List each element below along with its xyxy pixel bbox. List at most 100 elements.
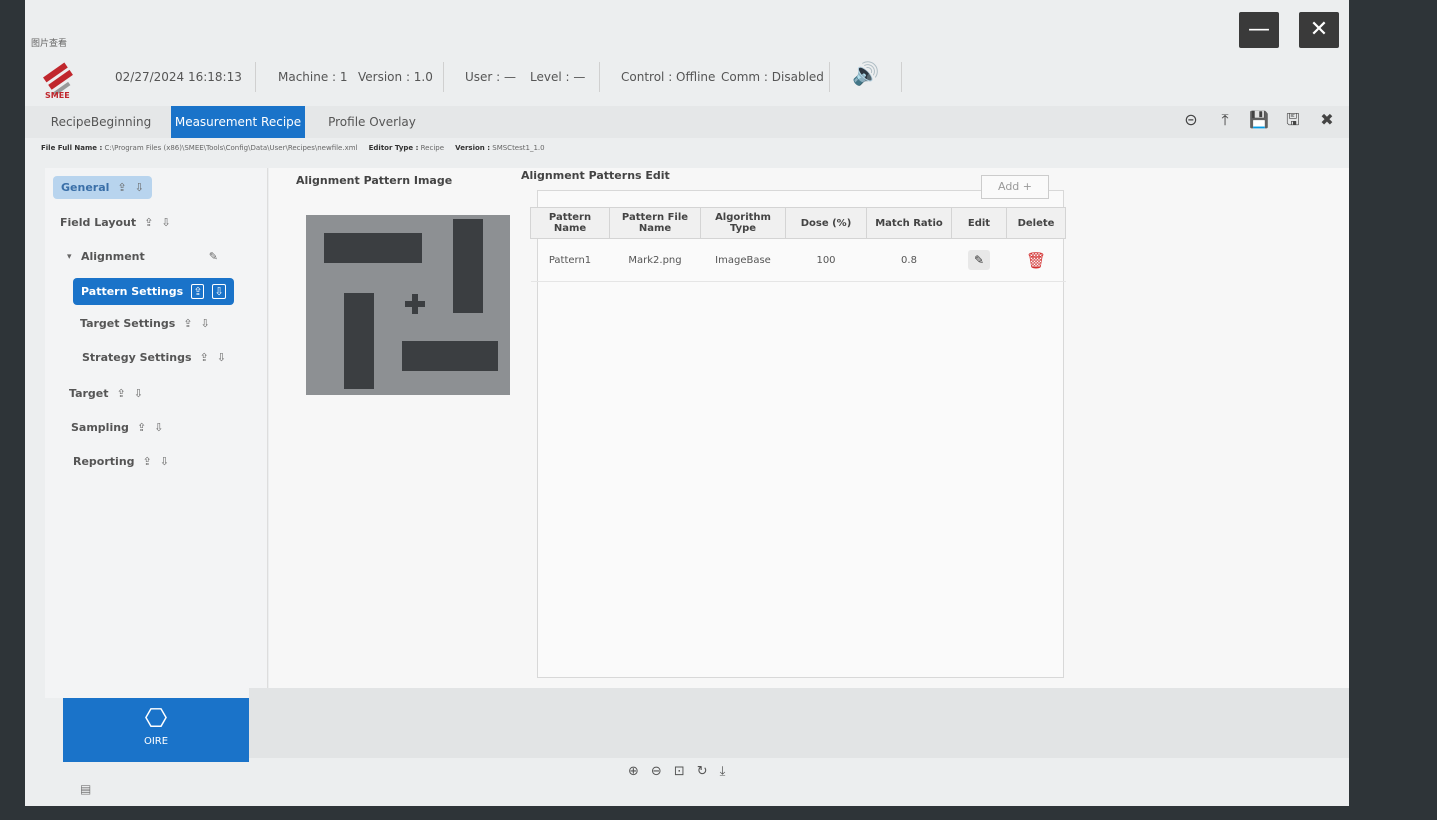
recipe-sidebar: General ⇪ ⇩ Field Layout ⇪ ⇩ ▾ Alignment… <box>45 168 268 698</box>
tab-bar: RecipeBeginning Measurement Recipe Profi… <box>25 106 1349 138</box>
upload-icon[interactable]: ⇪ <box>117 181 126 194</box>
view-icon[interactable]: ⊝ <box>1181 110 1201 130</box>
upload-icon[interactable]: ⇪ <box>137 421 146 434</box>
algorithm-cell: ImageBase <box>700 238 786 282</box>
datetime: 02/27/2024 16:18:13 <box>115 70 242 84</box>
close-recipe-icon[interactable]: ✖ <box>1317 110 1337 130</box>
download-icon[interactable]: ⇩ <box>160 455 169 468</box>
upload-icon[interactable]: ⇪ <box>200 351 209 364</box>
fit-icon[interactable]: ⊡ <box>674 764 685 779</box>
trash-icon[interactable]: 🗑 <box>1026 251 1046 270</box>
upload-icon[interactable]: ⇪ <box>183 317 192 330</box>
image-viewer-tools: ⊕ ⊖ ⊡ ↻ ⤓ <box>628 764 725 779</box>
zoom-in-icon[interactable]: ⊕ <box>628 764 639 779</box>
zoom-out-icon[interactable]: ⊖ <box>651 764 662 779</box>
column-header: Pattern Name <box>530 207 610 239</box>
sidebar-item-sampling[interactable]: Sampling ⇪ ⇩ <box>71 421 163 434</box>
editor-type-value: Recipe <box>420 144 445 152</box>
tab-profile-overlay[interactable]: Profile Overlay <box>315 106 429 138</box>
cross-mark <box>412 294 418 314</box>
pattern-file-cell: Mark2.png <box>609 238 701 282</box>
sidebar-item-label: Sampling <box>71 421 129 434</box>
download-icon[interactable]: ⇩ <box>161 216 170 229</box>
upload-icon[interactable]: ⇪ <box>191 284 205 299</box>
upload-icon[interactable]: ⇪ <box>117 387 126 400</box>
file-info-bar: File Full Name : C:\Program Files (x86)\… <box>41 144 545 152</box>
divider <box>829 62 830 92</box>
upload-icon[interactable]: ⇪ <box>143 455 152 468</box>
alignment-edit-heading: Alignment Patterns Edit <box>521 169 670 182</box>
sidebar-item-label: General <box>61 181 110 194</box>
save-icon[interactable]: 💾 <box>1249 110 1269 130</box>
download-icon[interactable]: ⇩ <box>135 181 144 194</box>
sidebar-item-label: Field Layout <box>60 216 137 229</box>
pattern-mark <box>402 341 498 371</box>
comm-label: Comm : Disabled <box>721 70 824 84</box>
sidebar-item-label: Pattern Settings <box>81 285 184 298</box>
version-label: Version : 1.0 <box>358 70 433 84</box>
version-info-value: SMSCtest1_1.0 <box>492 144 545 152</box>
sidebar-item-label: Reporting <box>73 455 135 468</box>
dose-cell: 100 <box>785 238 867 282</box>
recipe-toolbar: ⊝ ⤒ 💾 🖫 ✖ <box>1181 110 1337 130</box>
level-label: Level : — <box>530 70 586 84</box>
box-icon: ⎔ <box>144 704 168 734</box>
sidebar-item-target-settings[interactable]: Target Settings ⇪ ⇩ <box>80 317 210 330</box>
bottom-strip <box>249 688 1349 758</box>
sidebar-item-pattern-settings[interactable]: Pattern Settings ⇪ ⇩ <box>73 278 234 305</box>
sidebar-item-strategy-settings[interactable]: Strategy Settings ⇪ ⇩ <box>82 351 226 364</box>
sidebar-item-field-layout[interactable]: Field Layout ⇪ ⇩ <box>60 216 171 229</box>
pattern-mark <box>453 219 483 313</box>
delete-cell: 🗑 <box>1006 238 1066 282</box>
pattern-mark <box>324 233 422 263</box>
sidebar-item-label: Alignment <box>81 250 145 263</box>
download-image-icon[interactable]: ⤓ <box>720 764 726 779</box>
document-icon[interactable]: ▤ <box>80 782 91 796</box>
add-pattern-button[interactable]: Add + <box>981 175 1049 199</box>
sidebar-item-label: Target <box>69 387 109 400</box>
column-header: Match Ratio <box>866 207 952 239</box>
patterns-table: Pattern Name Pattern File Name Algorithm… <box>530 207 1066 282</box>
version-info-label: Version : <box>455 144 491 152</box>
divider <box>255 62 256 92</box>
sidebar-item-label: Strategy Settings <box>82 351 192 364</box>
column-header: Dose (%) <box>785 207 867 239</box>
oire-button[interactable]: ⎔ OIRE <box>63 698 249 762</box>
edit-icon[interactable]: ✎ <box>209 250 218 263</box>
edit-cell: ✎ <box>951 238 1007 282</box>
viewer-title: 图片查看 <box>31 39 68 49</box>
alignment-pattern-image <box>306 215 510 395</box>
app-window: 图片查看 — ✕ SMEE 02/27/2024 16:18:13 Machin… <box>25 0 1349 806</box>
pencil-icon[interactable]: ✎ <box>968 250 990 270</box>
speaker-icon[interactable]: 🔊 <box>852 62 879 87</box>
sidebar-item-target[interactable]: Target ⇪ ⇩ <box>69 387 143 400</box>
download-icon[interactable]: ⇩ <box>212 284 226 299</box>
pattern-name-cell: Pattern1 <box>530 238 610 282</box>
column-header: Pattern File Name <box>609 207 701 239</box>
sidebar-item-alignment[interactable]: Alignment ✎ <box>81 250 218 263</box>
table-row[interactable]: Pattern1 Mark2.png ImageBase 100 0.8 ✎ 🗑 <box>530 238 1066 282</box>
save-as-icon[interactable]: 🖫 <box>1283 110 1303 130</box>
machine-label: Machine : 1 <box>278 70 348 84</box>
user-label: User : — <box>465 70 517 84</box>
column-header: Algorithm Type <box>700 207 786 239</box>
close-button[interactable]: ✕ <box>1299 12 1339 48</box>
minimize-button[interactable]: — <box>1239 12 1279 48</box>
divider <box>901 62 902 92</box>
upload-icon[interactable]: ⇪ <box>144 216 153 229</box>
tab-measurement-recipe[interactable]: Measurement Recipe <box>171 106 305 138</box>
rotate-icon[interactable]: ↻ <box>697 764 708 779</box>
upload-top-icon[interactable]: ⤒ <box>1215 110 1235 130</box>
sidebar-item-general[interactable]: General ⇪ ⇩ <box>53 176 152 199</box>
control-label: Control : Offline <box>621 70 716 84</box>
sidebar-item-reporting[interactable]: Reporting ⇪ ⇩ <box>73 455 169 468</box>
logo-text: SMEE <box>45 91 70 100</box>
alignment-image-heading: Alignment Pattern Image <box>296 174 453 187</box>
tab-recipe-beginning[interactable]: RecipeBeginning <box>37 106 165 138</box>
download-icon[interactable]: ⇩ <box>217 351 226 364</box>
download-icon[interactable]: ⇩ <box>154 421 163 434</box>
collapse-icon[interactable]: ▾ <box>67 252 72 262</box>
download-icon[interactable]: ⇩ <box>134 387 143 400</box>
download-icon[interactable]: ⇩ <box>201 317 210 330</box>
match-ratio-cell: 0.8 <box>866 238 952 282</box>
